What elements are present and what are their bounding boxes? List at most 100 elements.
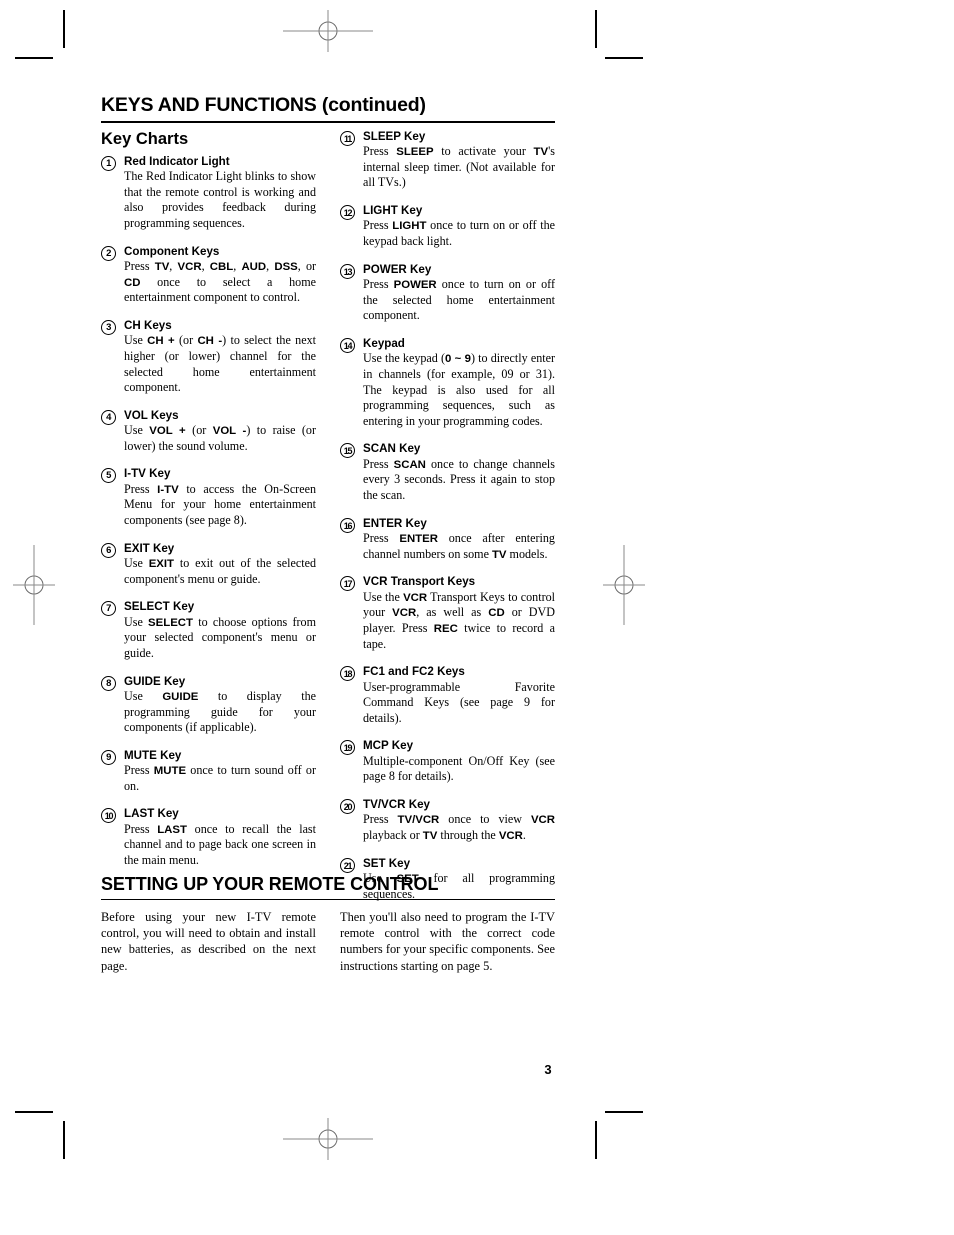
key-entry-body: Multiple-component On/Off Key (see page … — [363, 753, 555, 784]
key-entry-body: Press ENTER once after entering channel … — [363, 530, 555, 561]
setup-rule — [101, 899, 555, 901]
key-name: MUTE — [153, 765, 187, 778]
key-entry-number: 4 — [101, 409, 116, 425]
key-entry-number: 15 — [340, 443, 355, 459]
key-entry-body: Press TV/VCR once to view VCR playback o… — [363, 812, 555, 842]
page-title-suffix: (continued) — [316, 94, 426, 116]
key-entry-title: Keypad — [363, 336, 405, 350]
key-entry: 19 MCP Key Multiple-component On/Off Key (… — [340, 739, 555, 785]
key-name: VCR — [403, 591, 428, 604]
key-name: LIGHT — [392, 220, 427, 233]
key-name: ENTER — [399, 532, 438, 545]
key-entry-body: The Red Indicator Light blinks to show t… — [124, 169, 316, 231]
page-title-main: KEYS AND FUNCTIONS — [101, 94, 317, 116]
key-name: VOL + — [149, 425, 186, 438]
key-entry-body: Press I-TV to access the On-Screen Menu … — [124, 481, 316, 528]
key-entry-number: 19 — [340, 740, 355, 756]
key-charts-heading: Key Charts — [101, 129, 189, 148]
key-name: SELECT — [148, 616, 193, 629]
key-name: DSS — [274, 261, 298, 273]
key-name: SLEEP — [396, 146, 434, 159]
key-entry-number: 11 — [340, 130, 355, 146]
key-list-left: 1 Red Indicator Light The Red Indicator Li… — [101, 155, 316, 869]
crop-mark-bottom-right-vertical — [595, 1121, 597, 1159]
key-entry-body: Press POWER once to turn on or off the s… — [363, 277, 555, 323]
key-entry-title: VCR Transport Keys — [363, 575, 476, 589]
setup-title: SETTING UP YOUR REMOTE CONTROL — [101, 874, 439, 894]
crop-mark-top-left-horizontal — [15, 57, 53, 59]
key-name: TV/VCR — [397, 814, 440, 827]
key-entry: 12 LIGHT Key Press LIGHT once to turn on o… — [340, 204, 555, 250]
key-entry: 7 SELECT Key Use SELECT to choose options … — [101, 600, 316, 661]
key-entry-title: POWER Key — [363, 262, 432, 276]
crop-mark-bottom-left-vertical — [63, 1121, 65, 1159]
key-name: VOL - — [212, 425, 247, 438]
key-list-right: 11 SLEEP Key Press SLEEP to activate your … — [340, 130, 555, 902]
key-entry-body: Use the VCR Transport Keys to control yo… — [363, 589, 555, 651]
key-name: TV — [491, 548, 507, 561]
key-entry-title: MUTE Key — [124, 748, 182, 762]
key-entry-body: Use VOL + (or VOL -) to raise (or lower)… — [124, 423, 317, 453]
key-name: 0 ~ 9 — [445, 353, 471, 366]
key-charts-columns: Key Charts 1 Red Indicator Light The Red I… — [101, 130, 555, 915]
key-entry-title: LAST Key — [124, 807, 179, 821]
key-entry-title: I-TV Key — [124, 467, 171, 481]
key-entry-number: 7 — [101, 601, 116, 617]
setup-paragraph-left: Before using your new I-TV remote contro… — [101, 910, 316, 973]
key-entry-number: 17 — [340, 576, 355, 592]
key-entry-number: 21 — [340, 857, 355, 873]
key-name: REC — [433, 622, 458, 635]
key-entry: 1 Red Indicator Light The Red Indicator Li… — [101, 155, 316, 232]
key-entry-title: SET Key — [363, 856, 411, 870]
key-entry-number: 20 — [340, 798, 355, 814]
key-name: EXIT — [148, 557, 175, 570]
key-entry-number: 16 — [340, 517, 355, 533]
key-entry-number: 6 — [101, 542, 116, 558]
key-name: VCR — [177, 261, 202, 273]
manual-page: KEYS AND FUNCTIONS (continued) Key Chart… — [0, 0, 954, 1235]
key-entry-number: 14 — [340, 337, 355, 353]
key-name: GUIDE — [162, 690, 199, 703]
key-entry-body: Use EXIT to exit out of the selected com… — [124, 555, 316, 586]
key-entry: 15 SCAN Key Press SCAN once to change chan… — [340, 442, 555, 503]
setup-paragraph-right: Then you'll also need to program the I-T… — [340, 910, 555, 973]
key-entry: 20 TV/VCR Key Press TV/VCR once to view VC… — [340, 798, 555, 844]
key-entry-number: 13 — [340, 263, 355, 279]
key-entry-title: MCP Key — [363, 739, 414, 753]
key-name: I-TV — [157, 483, 179, 496]
key-name: CD — [488, 607, 505, 620]
key-entry: 18 FC1 and FC2 Keys User-programmable Favo… — [340, 665, 555, 726]
key-entry-number: 2 — [101, 245, 116, 261]
crop-mark-top-right-vertical — [595, 10, 597, 48]
key-entry-body: User-programmable Favorite Command Keys … — [363, 679, 555, 725]
key-entry-body: Press SCAN once to change channels every… — [363, 456, 556, 502]
key-entry-number: 5 — [101, 468, 116, 484]
key-entry-title: Component Keys — [124, 244, 220, 258]
key-entry: 4 VOL Keys Use VOL + (or VOL -) to raise (… — [101, 409, 316, 455]
title-rule — [101, 120, 555, 123]
key-entry-title: FC1 and FC2 Keys — [363, 665, 465, 679]
page-title: KEYS AND FUNCTIONS (continued) — [101, 94, 555, 121]
key-name: SCAN — [393, 458, 426, 471]
key-entry-title: GUIDE Key — [124, 674, 186, 688]
setup-columns: Before using your new I-TV remote contro… — [101, 909, 555, 974]
key-entry-title: SLEEP Key — [363, 129, 426, 143]
key-entry: 3 CH Keys Use CH + (or CH -) to select the… — [101, 319, 316, 396]
key-name: TV — [533, 146, 549, 159]
key-name: CBL — [209, 261, 234, 273]
key-entry-number: 12 — [340, 205, 355, 221]
setup-right-column: Then you'll also need to program the I-T… — [340, 909, 555, 974]
key-name: CD — [124, 276, 141, 289]
crop-mark-bottom-right-horizontal — [605, 1111, 643, 1113]
key-name: VCR — [498, 829, 523, 842]
key-entry: 16 ENTER Key Press ENTER once after enteri… — [340, 517, 555, 563]
page-content: KEYS AND FUNCTIONS (continued) Key Chart… — [101, 94, 555, 915]
key-entry-title: CH Keys — [124, 319, 172, 332]
key-entry-body: Press MUTE once to turn sound off or on. — [124, 763, 316, 793]
key-entry-number: 9 — [101, 749, 116, 765]
key-name: CH + — [147, 335, 175, 348]
key-name: TV — [154, 261, 170, 273]
crop-mark-bottom-left-horizontal — [15, 1111, 53, 1113]
key-entry-title: VOL Keys — [124, 408, 179, 422]
key-entry-number: 8 — [101, 675, 116, 691]
